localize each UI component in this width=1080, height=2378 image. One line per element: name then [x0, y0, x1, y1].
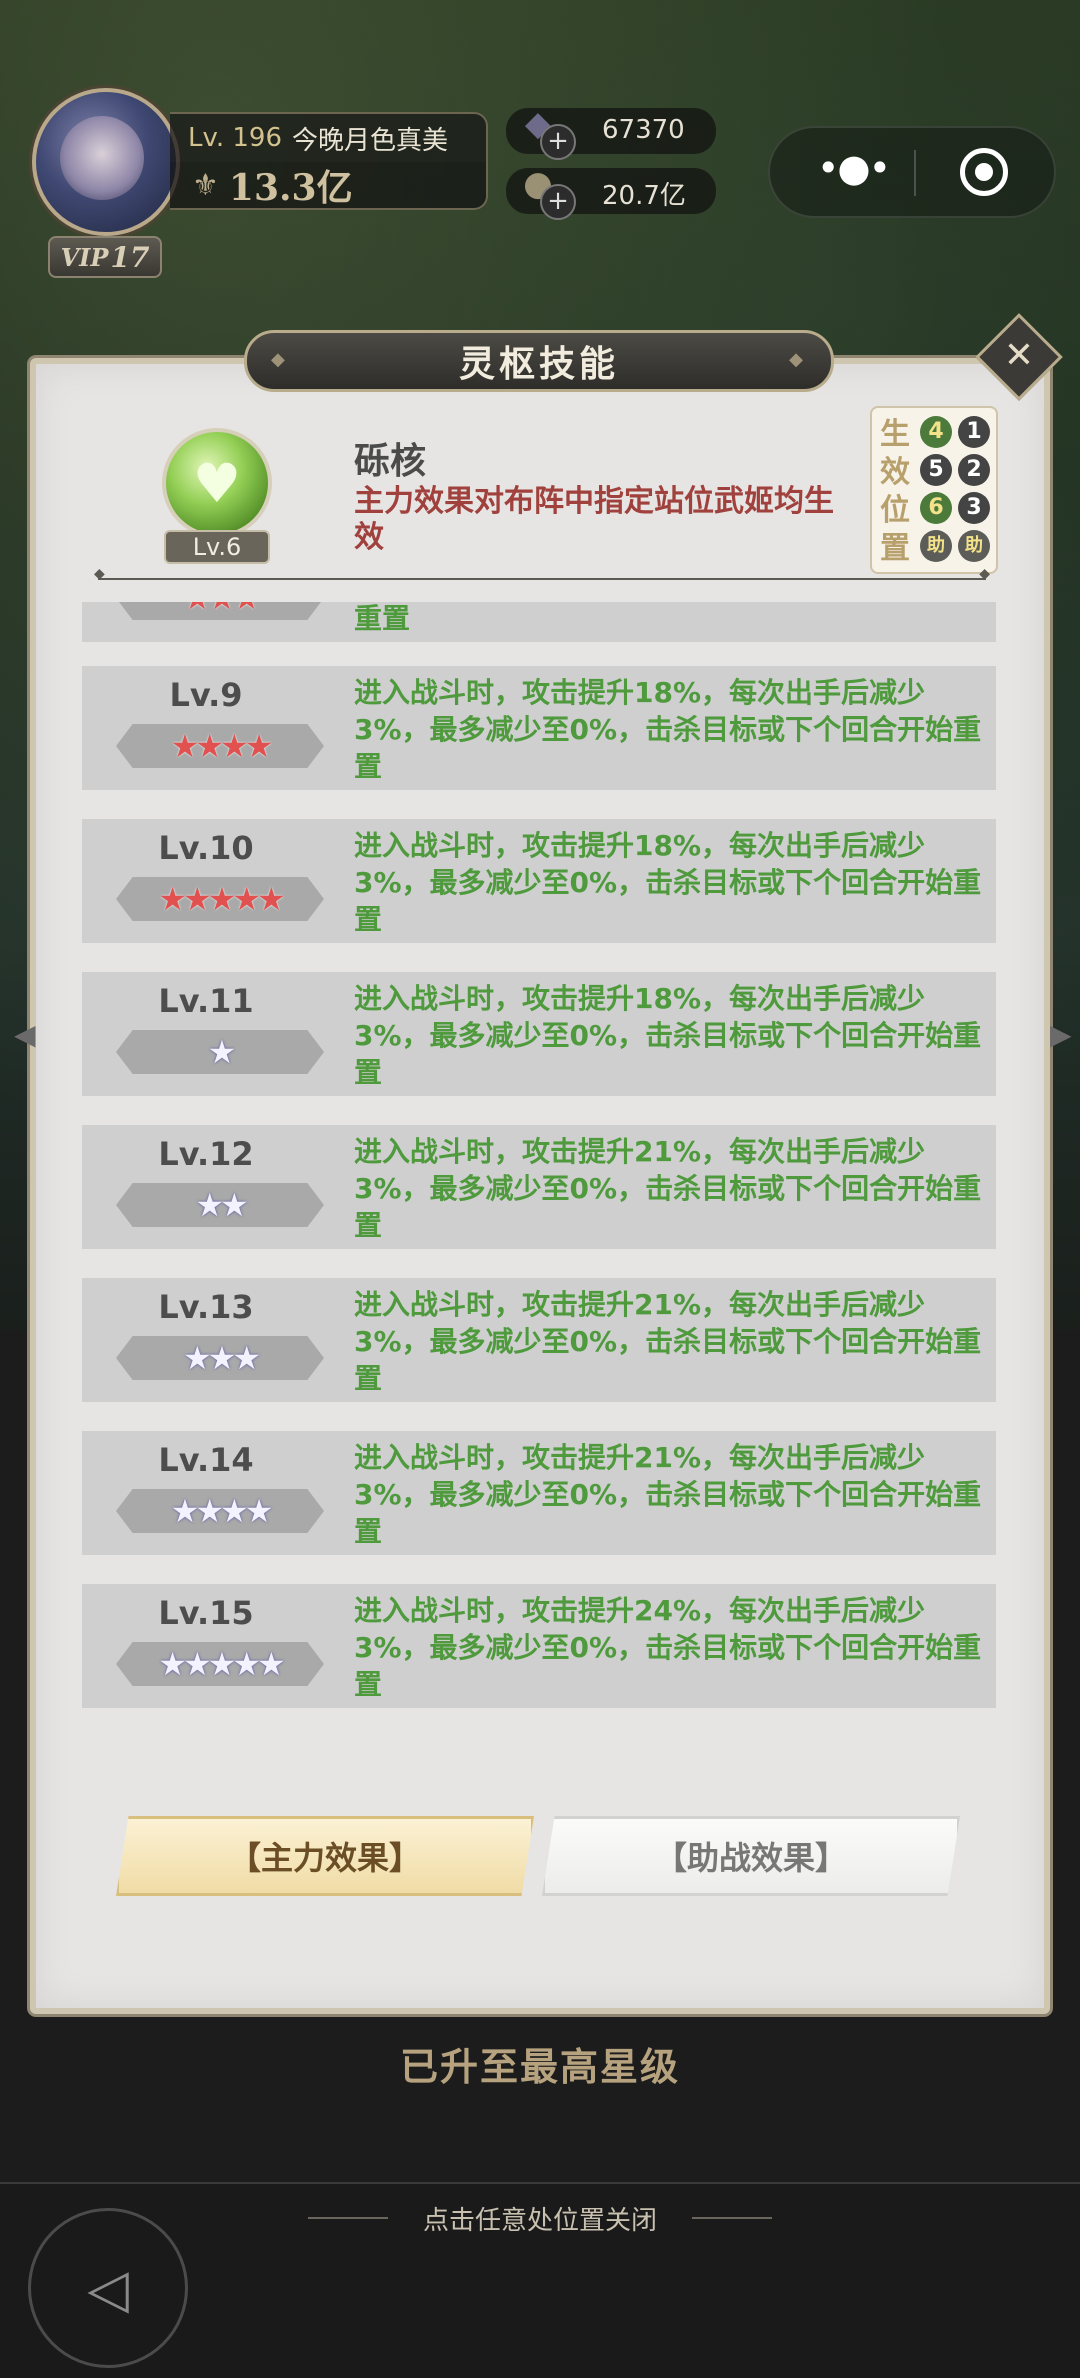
stars-icon: ★★★★: [170, 1492, 274, 1530]
skill-heart-icon: ♥: [162, 428, 272, 538]
stars-icon: ★: [207, 1033, 237, 1071]
stars-icon: ★★: [195, 1186, 248, 1224]
vip-level: 17: [110, 240, 150, 274]
level-row: Lv.11 ★ 进入战斗时，攻击提升18%，每次出手后减少3%，最多减少至0%，…: [82, 972, 996, 1096]
positions-label: 生效位置: [880, 417, 910, 566]
vip-label: VIP: [60, 242, 109, 272]
position-assist-2: 助: [958, 530, 990, 562]
level-description: 进入战斗时，攻击提升18%，每次出手后减少3%，最多减少至0%，击杀目标或下个回…: [354, 829, 982, 936]
level-label: Lv.13: [158, 1288, 254, 1326]
stars-icon: ★★★: [183, 602, 261, 620]
star-bar: ★★★: [116, 1336, 324, 1380]
player-name-plate: Lv. 196 今晚月色真美: [170, 112, 488, 162]
coin-amount: 20.7亿: [602, 181, 686, 211]
star-bar: ★★: [116, 1183, 324, 1227]
level-label: Lv.15: [158, 1594, 254, 1632]
star-bar: ★: [116, 1030, 324, 1074]
header-divider: [94, 566, 990, 582]
power-value: 13.3亿: [228, 167, 353, 209]
power-icon: ⚜: [192, 167, 219, 203]
max-star-message: 已升至最高星级: [399, 2045, 680, 2089]
level-label: Lv.12: [158, 1135, 254, 1173]
stars-icon: ★★★★: [170, 727, 274, 765]
position-2: 2: [958, 454, 990, 486]
star-bar: ★★★★: [116, 1489, 324, 1533]
close-icon: ✕: [1003, 335, 1035, 376]
star-bar: ★★★★: [116, 724, 324, 768]
position-6: 6: [920, 492, 952, 524]
level-row: Lv.9 ★★★★ 进入战斗时，攻击提升18%，每次出手后减少3%，最多减少至0…: [82, 666, 996, 790]
position-4: 4: [920, 416, 952, 448]
gem-amount: 67370: [602, 115, 685, 145]
dialog-title: 灵枢技能: [244, 330, 834, 392]
coin-resource: ● + 20.7亿: [506, 164, 716, 220]
effective-positions: 生效位置 4 1 5 2 6 3 助 助: [870, 406, 998, 574]
tab-main-effect[interactable]: 【主力效果】: [116, 1816, 534, 1896]
level-description: 进入战斗时，攻击提升21%，每次出手后减少3%，最多减少至0%，击杀目标或下个回…: [354, 1288, 982, 1395]
position-1: 1: [958, 416, 990, 448]
level-description: 进入战斗时，攻击提升21%，每次出手后减少3%，最多减少至0%，击杀目标或下个回…: [354, 1441, 982, 1548]
position-assist-1: 助: [920, 530, 952, 562]
level-description: 进入战斗时，攻击提升18%，每次出手后减少3%，最多减少至0%，击杀目标或下个回…: [354, 676, 982, 783]
back-arrow-icon: ◁: [87, 2256, 129, 2320]
position-5: 5: [920, 454, 952, 486]
star-bar: ★★★★★: [116, 877, 324, 921]
add-coin-button[interactable]: +: [540, 184, 576, 220]
vip-badge[interactable]: VIP 17: [48, 236, 162, 278]
position-3: 3: [958, 492, 990, 524]
level-description: 进入战斗时，攻击提升18%，每次出手后减少3%，最多减少至0%，击杀目标或下个回…: [354, 982, 982, 1089]
player-name: 今晚月色真美: [292, 125, 449, 156]
level-description: 重置: [354, 602, 411, 635]
level-description: 进入战斗时，攻击提升24%，每次出手后减少3%，最多减少至0%，击杀目标或下个回…: [354, 1594, 982, 1701]
level-list[interactable]: ★★★ 重置 Lv.9 ★★★★ 进入战斗时，攻击提升18%，每次出手后减少3%…: [80, 602, 998, 1712]
power-plate: ⚜ 13.3亿: [170, 162, 488, 210]
player-level: Lv. 196: [188, 123, 283, 153]
stars-icon: ★★★★★: [158, 1645, 285, 1683]
capsule-divider: [914, 150, 916, 196]
avatar-portrait: [60, 116, 144, 200]
star-bar: ★★★★★: [116, 1642, 324, 1686]
level-row-partial: ★★★ 重置: [82, 602, 996, 642]
level-row: Lv.10 ★★★★★ 进入战斗时，攻击提升18%，每次出手后减少3%，最多减少…: [82, 819, 996, 943]
add-gem-button[interactable]: +: [540, 124, 576, 160]
level-row: Lv.13 ★★★ 进入战斗时，攻击提升21%，每次出手后减少3%，最多减少至0…: [82, 1278, 996, 1402]
level-row: Lv.14 ★★★★ 进入战斗时，攻击提升21%，每次出手后减少3%，最多减少至…: [82, 1431, 996, 1555]
tab-assist-effect[interactable]: 【助战效果】: [542, 1816, 960, 1896]
level-label: Lv.11: [158, 982, 254, 1020]
skill-name: 砾核: [354, 441, 427, 482]
level-row: Lv.15 ★★★★★ 进入战斗时，攻击提升24%，每次出手后减少3%，最多减少…: [82, 1584, 996, 1708]
previous-arrow-icon[interactable]: ◀: [14, 1018, 36, 1051]
level-row: Lv.12 ★★ 进入战斗时，攻击提升21%，每次出手后减少3%，最多减少至0%…: [82, 1125, 996, 1249]
gem-resource: ◆ + 67370: [506, 104, 716, 160]
skill-level: Lv.6: [164, 530, 270, 564]
miniprogram-capsule: •●•: [768, 126, 1056, 218]
star-bar: ★★★: [116, 602, 324, 620]
back-button[interactable]: ◁: [28, 2208, 188, 2368]
level-label: Lv.10: [158, 829, 254, 867]
stars-icon: ★★★: [182, 1339, 261, 1377]
stars-icon: ★★★★★: [158, 880, 285, 918]
more-menu-icon[interactable]: •●•: [808, 146, 898, 196]
close-miniprogram-icon[interactable]: [960, 148, 1008, 196]
skill-description: 主力效果对布阵中指定站位武姬均生效: [354, 484, 834, 555]
next-arrow-icon[interactable]: ▶: [1050, 1018, 1072, 1051]
level-description: 进入战斗时，攻击提升21%，每次出手后减少3%，最多减少至0%，击杀目标或下个回…: [354, 1135, 982, 1242]
level-label: Lv.14: [158, 1441, 254, 1479]
level-label: Lv.9: [169, 676, 243, 714]
